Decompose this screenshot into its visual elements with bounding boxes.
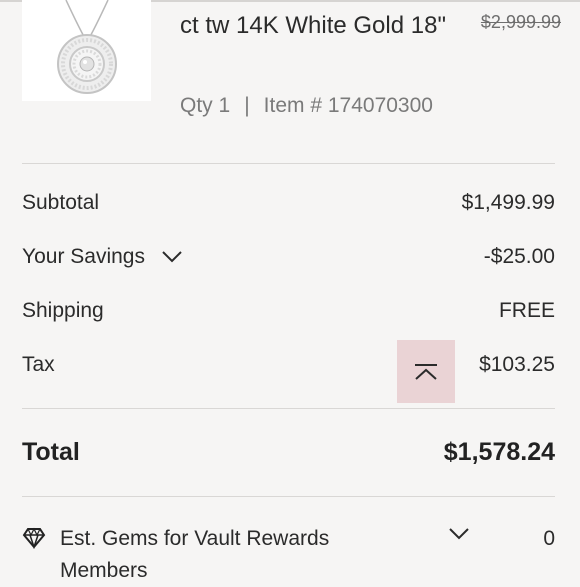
- total-label: Total: [22, 438, 80, 466]
- quantity-label: Qty 1: [180, 94, 231, 117]
- tax-value: $103.25: [479, 353, 555, 376]
- total-row: Total $1,578.24: [22, 438, 555, 472]
- summary-divider-bottom: [22, 496, 555, 497]
- subtotal-value: $1,499.99: [461, 191, 555, 214]
- product-title[interactable]: ct tw 14K White Gold 18": [180, 6, 450, 45]
- pendant-image: [22, 0, 151, 101]
- shipping-value: FREE: [498, 299, 555, 322]
- item-number: Item # 174070300: [263, 94, 433, 117]
- gems-label: Est. Gems for Vault Rewards Members: [60, 527, 330, 582]
- original-price: $2,999.99: [480, 12, 561, 32]
- total-value: $1,578.24: [443, 438, 555, 466]
- chevron-up-icon: [415, 363, 437, 380]
- chevron-down-icon: [162, 251, 182, 263]
- summary-divider-middle: [22, 408, 555, 409]
- savings-label: Your Savings: [22, 245, 145, 268]
- savings-row: Your Savings -$25.00: [22, 245, 555, 275]
- subtotal-row: Subtotal $1,499.99: [22, 191, 555, 221]
- diamond-icon: [22, 527, 46, 549]
- gems-value: 0: [543, 527, 555, 550]
- tax-label: Tax: [22, 353, 55, 376]
- product-image[interactable]: [22, 0, 151, 101]
- collapse-button[interactable]: [397, 340, 455, 403]
- subtotal-label: Subtotal: [22, 191, 100, 214]
- summary-divider-top: [22, 163, 555, 164]
- shipping-label: Shipping: [22, 299, 104, 322]
- product-meta: Qty 1 | Item # 174070300: [180, 94, 433, 118]
- tax-row: Tax $103.25: [22, 353, 555, 383]
- chevron-down-icon[interactable]: [448, 527, 470, 541]
- shipping-row: Shipping FREE: [22, 299, 555, 329]
- meta-separator: |: [244, 94, 250, 117]
- savings-value: -$25.00: [483, 245, 555, 268]
- savings-toggle[interactable]: Your Savings: [22, 245, 183, 269]
